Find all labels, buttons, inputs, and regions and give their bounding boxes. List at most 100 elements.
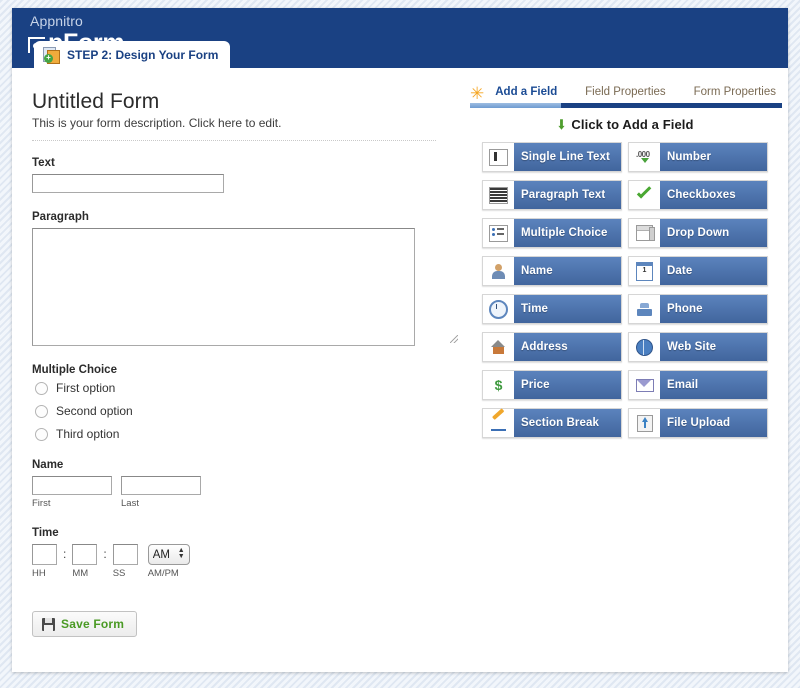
add-field-drop-down-label: Drop Down	[660, 219, 767, 247]
add-field-phone-label: Phone	[660, 295, 767, 323]
globe-icon	[629, 333, 660, 361]
time-inputs-row: HH : MM : SS AM ▲ ▼ AM/PM	[32, 544, 460, 579]
field-text[interactable]: Text	[32, 157, 460, 193]
field-time[interactable]: Time HH : MM : SS AM ▲ ▼ AM/PM	[32, 527, 460, 579]
field-name-label: Name	[32, 459, 64, 471]
add-field-email[interactable]: Email	[628, 370, 768, 400]
field-name[interactable]: Name First Last	[32, 459, 460, 509]
application-panel: Appnitro pForm + STEP 2: Design Your For…	[12, 8, 788, 672]
add-field-checkboxes-label: Checkboxes	[660, 181, 767, 209]
add-field-cta-label: Click to Add a Field	[571, 117, 694, 132]
time-hh-input[interactable]	[32, 544, 57, 565]
time-ampm-group: AM PM ▲▼ AM/PM	[142, 544, 190, 579]
multiple-choice-icon	[483, 219, 514, 247]
paragraph-text-icon	[483, 181, 514, 209]
logo-brand-top: Appnitro	[30, 13, 83, 29]
time-mm-group: MM	[72, 544, 98, 579]
name-first-sublabel: First	[32, 498, 51, 509]
add-field-web-site[interactable]: Web Site	[628, 332, 768, 362]
resize-grip-icon[interactable]	[450, 335, 458, 343]
add-field-price-label: Price	[514, 371, 621, 399]
field-text-label: Text	[32, 157, 55, 169]
palette-tabs: ✳ Add a Field Field Properties Form Prop…	[468, 84, 788, 103]
radio-option-2[interactable]: Second option	[32, 404, 460, 418]
add-field-section-break-label: Section Break	[514, 409, 621, 437]
number-icon: .000	[629, 143, 660, 171]
radio-option-1-label: First option	[56, 381, 116, 395]
time-ampm-sublabel: AM/PM	[147, 568, 179, 579]
title-divider	[32, 140, 436, 141]
add-field-drop-down[interactable]: Drop Down	[628, 218, 768, 248]
radio-icon[interactable]	[35, 404, 48, 418]
name-last-input[interactable]	[121, 476, 201, 495]
field-paragraph[interactable]: Paragraph	[32, 211, 460, 346]
add-field-single-line-text[interactable]: Single Line Text	[482, 142, 622, 172]
envelope-icon	[629, 371, 660, 399]
add-field-price[interactable]: $ Price	[482, 370, 622, 400]
time-mm-sublabel: MM	[72, 568, 89, 579]
add-field-web-site-label: Web Site	[660, 333, 767, 361]
time-ss-input[interactable]	[112, 544, 138, 565]
arrow-down-icon: ⬇	[557, 117, 567, 132]
add-field-multiple-choice[interactable]: Multiple Choice	[482, 218, 622, 248]
person-icon	[483, 257, 514, 285]
radio-option-3[interactable]: Third option	[32, 427, 460, 441]
radio-icon[interactable]	[35, 427, 48, 441]
field-multiple-choice-label: Multiple Choice	[32, 364, 117, 376]
name-last-sublabel: Last	[121, 498, 139, 509]
app-header: Appnitro pForm + STEP 2: Design Your For…	[12, 8, 788, 68]
calendar-icon: 1	[629, 257, 660, 285]
dollar-icon: $	[483, 371, 514, 399]
time-hh-sublabel: HH	[32, 568, 46, 579]
add-field-file-upload-label: File Upload	[660, 409, 767, 437]
asterisk-icon: ✳	[470, 83, 485, 103]
tab-field-properties[interactable]: Field Properties	[581, 84, 670, 103]
add-field-single-line-text-label: Single Line Text	[514, 143, 621, 171]
add-field-number-label: Number	[660, 143, 767, 171]
add-field-date[interactable]: 1 Date	[628, 256, 768, 286]
field-paragraph-label: Paragraph	[32, 211, 89, 223]
name-first-input[interactable]	[32, 476, 112, 495]
add-field-checkboxes[interactable]: Checkboxes	[628, 180, 768, 210]
save-form-button[interactable]: Save Form	[32, 611, 138, 637]
step-2-tab[interactable]: + STEP 2: Design Your Form	[34, 41, 231, 68]
time-mm-input[interactable]	[72, 544, 98, 565]
radio-icon[interactable]	[35, 381, 48, 395]
clock-icon	[483, 295, 514, 323]
add-field-cta: ⬇ Click to Add a Field	[468, 117, 788, 133]
add-field-number[interactable]: .000 Number	[628, 142, 768, 172]
add-field-file-upload[interactable]: File Upload	[628, 408, 768, 438]
home-icon	[483, 333, 514, 361]
tab-add-a-field[interactable]: Add a Field	[491, 84, 561, 103]
form-description[interactable]: This is your form description. Click her…	[32, 116, 460, 130]
save-form-button-label: Save Form	[61, 617, 125, 631]
add-field-multiple-choice-label: Multiple Choice	[514, 219, 621, 247]
time-separator: :	[103, 547, 107, 561]
text-input[interactable]	[32, 174, 224, 193]
time-separator: :	[63, 547, 67, 561]
body-area: Untitled Form This is your form descript…	[12, 68, 788, 672]
add-field-time-label: Time	[514, 295, 621, 323]
add-field-phone[interactable]: Phone	[628, 294, 768, 324]
add-field-time[interactable]: Time	[482, 294, 622, 324]
paragraph-textarea[interactable]	[32, 228, 415, 346]
add-field-address[interactable]: Address	[482, 332, 622, 362]
ampm-select[interactable]: AM PM	[147, 544, 190, 565]
time-ss-group: SS	[112, 544, 138, 579]
radio-option-2-label: Second option	[56, 404, 133, 418]
add-field-name-label: Name	[514, 257, 621, 285]
add-field-section-break[interactable]: Section Break	[482, 408, 622, 438]
field-time-label: Time	[32, 527, 59, 539]
single-line-text-icon	[483, 143, 514, 171]
radio-option-1[interactable]: First option	[32, 381, 460, 395]
tab-form-properties[interactable]: Form Properties	[690, 84, 780, 103]
field-multiple-choice[interactable]: Multiple Choice First option Second opti…	[32, 364, 460, 441]
field-buttons-grid: Single Line Text .000 Number Paragraph T…	[468, 142, 788, 438]
form-title[interactable]: Untitled Form	[32, 90, 460, 114]
field-palette: ✳ Add a Field Field Properties Form Prop…	[468, 68, 788, 438]
new-page-icon: +	[43, 46, 60, 64]
paragraph-input-wrapper	[32, 228, 460, 346]
form-canvas: Untitled Form This is your form descript…	[12, 68, 460, 637]
add-field-name[interactable]: Name	[482, 256, 622, 286]
add-field-paragraph-text[interactable]: Paragraph Text	[482, 180, 622, 210]
